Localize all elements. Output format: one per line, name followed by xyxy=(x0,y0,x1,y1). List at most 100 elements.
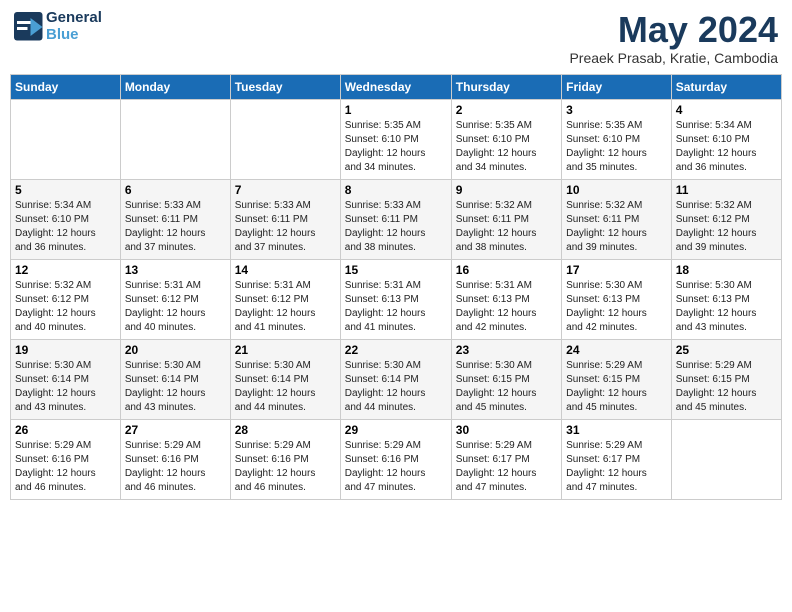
calendar-cell: 20 Sunrise: 5:30 AM Sunset: 6:14 PM Dayli… xyxy=(120,339,230,419)
weekday-header-saturday: Saturday xyxy=(671,74,781,99)
weekday-header-sunday: Sunday xyxy=(11,74,121,99)
day-number: 23 xyxy=(456,343,557,357)
cell-info: Sunrise: 5:32 AM Sunset: 6:12 PM Dayligh… xyxy=(676,199,777,255)
cell-info: Sunrise: 5:32 AM Sunset: 6:11 PM Dayligh… xyxy=(456,199,557,255)
cell-info: Sunrise: 5:29 AM Sunset: 6:16 PM Dayligh… xyxy=(345,439,447,495)
day-number: 27 xyxy=(125,423,226,437)
calendar-cell: 11 Sunrise: 5:32 AM Sunset: 6:12 PM Dayli… xyxy=(671,179,781,259)
calendar-table: SundayMondayTuesdayWednesdayThursdayFrid… xyxy=(10,74,782,500)
calendar-week-2: 5 Sunrise: 5:34 AM Sunset: 6:10 PM Daylig… xyxy=(11,179,782,259)
weekday-header-friday: Friday xyxy=(562,74,672,99)
calendar-cell: 23 Sunrise: 5:30 AM Sunset: 6:15 PM Dayli… xyxy=(451,339,561,419)
calendar-cell: 17 Sunrise: 5:30 AM Sunset: 6:13 PM Dayli… xyxy=(562,259,672,339)
calendar-cell: 22Sunrise: 5:30 AM Sunset: 6:14 PM Dayli… xyxy=(340,339,451,419)
calendar-cell: 21 Sunrise: 5:30 AM Sunset: 6:14 PM Dayli… xyxy=(230,339,340,419)
day-number: 13 xyxy=(125,263,226,277)
weekday-header-wednesday: Wednesday xyxy=(340,74,451,99)
day-number: 31 xyxy=(566,423,667,437)
cell-info: Sunrise: 5:34 AM Sunset: 6:10 PM Dayligh… xyxy=(676,119,777,175)
logo: General Blue xyxy=(14,10,102,43)
calendar-cell: 15 Sunrise: 5:31 AM Sunset: 6:13 PM Dayli… xyxy=(340,259,451,339)
logo-line2: Blue xyxy=(46,27,102,44)
cell-info: Sunrise: 5:29 AM Sunset: 6:15 PM Dayligh… xyxy=(676,359,777,415)
cell-info: Sunrise: 5:32 AM Sunset: 6:11 PM Dayligh… xyxy=(566,199,667,255)
cell-info: Sunrise: 5:31 AM Sunset: 6:12 PM Dayligh… xyxy=(235,279,336,335)
calendar-cell: 13 Sunrise: 5:31 AM Sunset: 6:12 PM Dayli… xyxy=(120,259,230,339)
month-title: May 2024 xyxy=(569,10,778,50)
cell-info: Sunrise: 5:31 AM Sunset: 6:12 PM Dayligh… xyxy=(125,279,226,335)
day-number: 1 xyxy=(345,103,447,117)
day-number: 18 xyxy=(676,263,777,277)
day-number: 26 xyxy=(15,423,116,437)
page-header: General Blue May 2024 Preaek Prasab, Kra… xyxy=(10,10,782,66)
calendar-cell: 7Sunrise: 5:33 AM Sunset: 6:11 PM Daylig… xyxy=(230,179,340,259)
calendar-cell xyxy=(671,419,781,499)
day-number: 11 xyxy=(676,183,777,197)
day-number: 30 xyxy=(456,423,557,437)
calendar-cell: 6Sunrise: 5:33 AM Sunset: 6:11 PM Daylig… xyxy=(120,179,230,259)
cell-info: Sunrise: 5:30 AM Sunset: 6:15 PM Dayligh… xyxy=(456,359,557,415)
cell-info: Sunrise: 5:30 AM Sunset: 6:13 PM Dayligh… xyxy=(566,279,667,335)
weekday-header-row: SundayMondayTuesdayWednesdayThursdayFrid… xyxy=(11,74,782,99)
cell-info: Sunrise: 5:29 AM Sunset: 6:16 PM Dayligh… xyxy=(235,439,336,495)
cell-info: Sunrise: 5:33 AM Sunset: 6:11 PM Dayligh… xyxy=(235,199,336,255)
day-number: 14 xyxy=(235,263,336,277)
calendar-cell: 5 Sunrise: 5:34 AM Sunset: 6:10 PM Daylig… xyxy=(11,179,121,259)
calendar-cell: 3Sunrise: 5:35 AM Sunset: 6:10 PM Daylig… xyxy=(562,99,672,179)
calendar-cell xyxy=(230,99,340,179)
weekday-header-tuesday: Tuesday xyxy=(230,74,340,99)
calendar-cell: 14 Sunrise: 5:31 AM Sunset: 6:12 PM Dayli… xyxy=(230,259,340,339)
calendar-header: SundayMondayTuesdayWednesdayThursdayFrid… xyxy=(11,74,782,99)
cell-info: Sunrise: 5:31 AM Sunset: 6:13 PM Dayligh… xyxy=(345,279,447,335)
calendar-cell: 18 Sunrise: 5:30 AM Sunset: 6:13 PM Dayli… xyxy=(671,259,781,339)
cell-info: Sunrise: 5:32 AM Sunset: 6:12 PM Dayligh… xyxy=(15,279,116,335)
day-number: 10 xyxy=(566,183,667,197)
calendar-cell: 30 Sunrise: 5:29 AM Sunset: 6:17 PM Dayli… xyxy=(451,419,561,499)
cell-info: Sunrise: 5:30 AM Sunset: 6:14 PM Dayligh… xyxy=(345,359,447,415)
calendar-cell: 31 Sunrise: 5:29 AM Sunset: 6:17 PM Dayli… xyxy=(562,419,672,499)
day-number: 4 xyxy=(676,103,777,117)
day-number: 17 xyxy=(566,263,667,277)
day-number: 12 xyxy=(15,263,116,277)
calendar-cell: 12 Sunrise: 5:32 AM Sunset: 6:12 PM Dayli… xyxy=(11,259,121,339)
calendar-cell: 19 Sunrise: 5:30 AM Sunset: 6:14 PM Dayli… xyxy=(11,339,121,419)
cell-info: Sunrise: 5:31 AM Sunset: 6:13 PM Dayligh… xyxy=(456,279,557,335)
cell-info: Sunrise: 5:30 AM Sunset: 6:14 PM Dayligh… xyxy=(15,359,116,415)
calendar-week-3: 12 Sunrise: 5:32 AM Sunset: 6:12 PM Dayli… xyxy=(11,259,782,339)
cell-info: Sunrise: 5:30 AM Sunset: 6:14 PM Dayligh… xyxy=(235,359,336,415)
day-number: 28 xyxy=(235,423,336,437)
day-number: 16 xyxy=(456,263,557,277)
calendar-cell: 26 Sunrise: 5:29 AM Sunset: 6:16 PM Dayli… xyxy=(11,419,121,499)
day-number: 2 xyxy=(456,103,557,117)
calendar-cell: 4 Sunrise: 5:34 AM Sunset: 6:10 PM Daylig… xyxy=(671,99,781,179)
day-number: 19 xyxy=(15,343,116,357)
calendar-cell: 29 Sunrise: 5:29 AM Sunset: 6:16 PM Dayli… xyxy=(340,419,451,499)
cell-info: Sunrise: 5:33 AM Sunset: 6:11 PM Dayligh… xyxy=(345,199,447,255)
weekday-header-thursday: Thursday xyxy=(451,74,561,99)
cell-info: Sunrise: 5:34 AM Sunset: 6:10 PM Dayligh… xyxy=(15,199,116,255)
calendar-cell: 25Sunrise: 5:29 AM Sunset: 6:15 PM Dayli… xyxy=(671,339,781,419)
calendar-cell: 24Sunrise: 5:29 AM Sunset: 6:15 PM Dayli… xyxy=(562,339,672,419)
logo-text-block: General Blue xyxy=(46,10,102,43)
cell-info: Sunrise: 5:30 AM Sunset: 6:13 PM Dayligh… xyxy=(676,279,777,335)
cell-info: Sunrise: 5:35 AM Sunset: 6:10 PM Dayligh… xyxy=(345,119,447,175)
title-area: May 2024 Preaek Prasab, Kratie, Cambodia xyxy=(569,10,778,66)
day-number: 20 xyxy=(125,343,226,357)
calendar-cell: 16 Sunrise: 5:31 AM Sunset: 6:13 PM Dayli… xyxy=(451,259,561,339)
calendar-cell: 9Sunrise: 5:32 AM Sunset: 6:11 PM Daylig… xyxy=(451,179,561,259)
day-number: 5 xyxy=(15,183,116,197)
day-number: 21 xyxy=(235,343,336,357)
cell-info: Sunrise: 5:29 AM Sunset: 6:17 PM Dayligh… xyxy=(566,439,667,495)
day-number: 29 xyxy=(345,423,447,437)
calendar-cell: 10 Sunrise: 5:32 AM Sunset: 6:11 PM Dayli… xyxy=(562,179,672,259)
cell-info: Sunrise: 5:29 AM Sunset: 6:16 PM Dayligh… xyxy=(15,439,116,495)
calendar-body: 1 Sunrise: 5:35 AM Sunset: 6:10 PM Daylig… xyxy=(11,99,782,499)
cell-info: Sunrise: 5:29 AM Sunset: 6:17 PM Dayligh… xyxy=(456,439,557,495)
day-number: 3 xyxy=(566,103,667,117)
calendar-cell xyxy=(11,99,121,179)
weekday-header-monday: Monday xyxy=(120,74,230,99)
day-number: 15 xyxy=(345,263,447,277)
day-number: 8 xyxy=(345,183,447,197)
calendar-cell: 27Sunrise: 5:29 AM Sunset: 6:16 PM Dayli… xyxy=(120,419,230,499)
cell-info: Sunrise: 5:30 AM Sunset: 6:14 PM Dayligh… xyxy=(125,359,226,415)
